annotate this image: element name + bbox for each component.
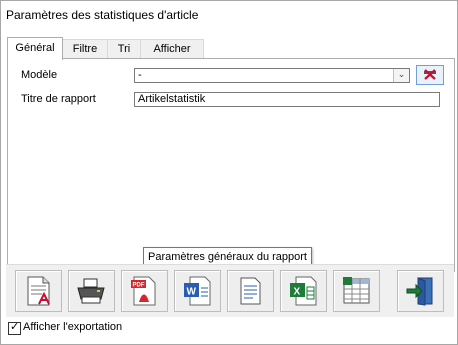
action-toolbar: PDF W X: [6, 264, 454, 317]
printer-icon: [77, 278, 105, 304]
dialog-window: Paramètres des statistiques d'article Gé…: [0, 0, 458, 345]
tab-strip: Général Filtre Tri Afficher: [7, 37, 447, 60]
tab-sort[interactable]: Tri: [108, 39, 141, 59]
window-title: Paramètres des statistiques d'article: [6, 8, 199, 22]
svg-text:PDF: PDF: [133, 283, 145, 289]
svg-text:W: W: [187, 287, 197, 298]
tab-general[interactable]: Général: [7, 37, 63, 60]
clear-model-button[interactable]: [416, 65, 444, 85]
export-text-button[interactable]: [227, 270, 274, 312]
model-dropdown[interactable]: - ⌄: [134, 68, 410, 83]
report-title-label: Titre de rapport: [21, 93, 96, 105]
export-pdf-button[interactable]: PDF: [121, 270, 168, 312]
pdf-icon: PDF: [131, 276, 156, 306]
general-panel: [7, 58, 455, 272]
tab-general-label: Général: [15, 42, 55, 54]
print-button[interactable]: [68, 270, 115, 312]
spreadsheet-grid-icon: [343, 277, 370, 304]
model-value: -: [138, 69, 142, 81]
chevron-down-icon[interactable]: ⌄: [393, 69, 409, 82]
svg-text:X: X: [294, 287, 301, 298]
show-export-checkbox[interactable]: ✓: [8, 321, 21, 335]
report-title-value: Artikelstatistik: [138, 93, 206, 105]
report-title-input[interactable]: Artikelstatistik: [134, 92, 440, 107]
export-word-button[interactable]: W: [174, 270, 221, 312]
tooltip-text: Paramètres généraux du rapport: [148, 251, 307, 263]
excel-icon: X: [290, 276, 317, 306]
model-label: Modèle: [21, 69, 58, 81]
tab-display[interactable]: Afficher: [141, 39, 204, 59]
preview-report-button[interactable]: [15, 270, 62, 312]
tab-filter[interactable]: Filtre: [63, 39, 108, 59]
export-excel-button[interactable]: X: [280, 270, 327, 312]
export-spreadsheet-button[interactable]: [333, 270, 380, 312]
tab-display-label: Afficher: [153, 43, 191, 55]
clear-x-icon: [424, 69, 436, 80]
show-export-label: Afficher l'exportation: [23, 321, 123, 333]
tab-sort-label: Tri: [117, 43, 131, 55]
title-bar: Paramètres des statistiques d'article: [1, 1, 457, 29]
preview-report-icon: [27, 276, 50, 306]
exit-door-icon: [406, 277, 433, 306]
exit-button[interactable]: [397, 270, 444, 312]
word-icon: W: [184, 276, 211, 306]
text-document-icon: [240, 277, 261, 305]
tab-filter-label: Filtre: [72, 43, 98, 55]
